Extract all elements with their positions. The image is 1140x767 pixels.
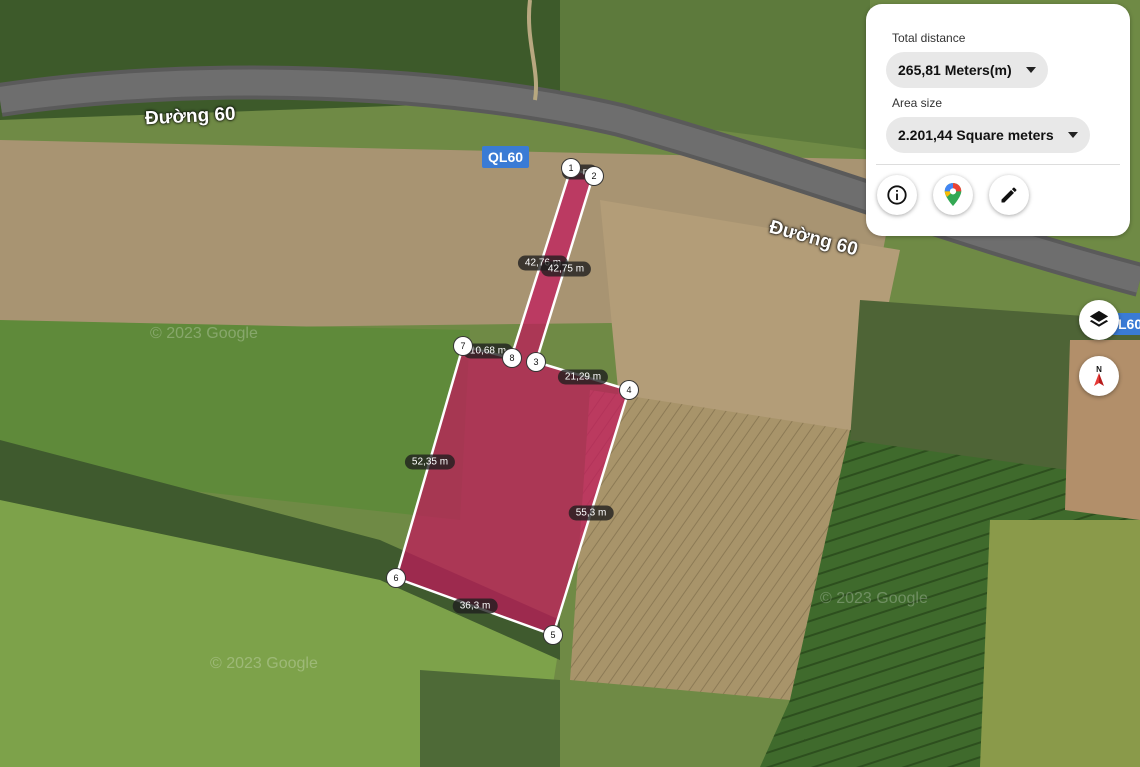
area-value: 2.201,44 Square meters bbox=[898, 127, 1054, 143]
compass-north-letter: N bbox=[1096, 365, 1102, 374]
edit-button[interactable] bbox=[989, 175, 1029, 215]
segment-length-label: 36,3 m bbox=[452, 598, 498, 614]
route-shield: QL60 bbox=[482, 146, 530, 168]
map-watermark: © 2023 Google bbox=[820, 590, 928, 607]
distance-unit-dropdown[interactable]: 265,81 Meters(m) bbox=[886, 52, 1048, 88]
google-maps-button[interactable] bbox=[933, 175, 973, 215]
caret-down-icon bbox=[1067, 132, 1078, 138]
layers-icon bbox=[1089, 310, 1109, 327]
segment-length-label: 21,29 m bbox=[557, 369, 609, 385]
polygon-vertex[interactable]: 2 bbox=[585, 167, 603, 185]
edit-pencil-icon bbox=[1001, 187, 1017, 203]
polygon-vertex[interactable]: 5 bbox=[544, 626, 562, 644]
polygon-vertex[interactable]: 8 bbox=[503, 349, 521, 367]
map-watermark: © 2023 Google bbox=[150, 325, 258, 342]
compass-button[interactable]: N bbox=[1079, 356, 1119, 396]
polygon-vertex[interactable]: 6 bbox=[387, 569, 405, 587]
polygon-vertex[interactable]: 1 bbox=[562, 159, 580, 177]
info-button[interactable] bbox=[877, 175, 917, 215]
compass-icon: N bbox=[1094, 365, 1104, 386]
polygon-vertex[interactable]: 4 bbox=[620, 381, 638, 399]
caret-down-icon bbox=[1025, 67, 1036, 73]
measurement-panel: Total distance 265,81 Meters(m) Area siz… bbox=[866, 4, 1130, 236]
total-distance-label: Total distance bbox=[892, 31, 966, 45]
segment-length-label: 55,3 m bbox=[568, 505, 614, 521]
google-maps-icon bbox=[944, 183, 962, 206]
distance-value: 265,81 Meters(m) bbox=[898, 62, 1012, 78]
panel-divider bbox=[876, 164, 1120, 165]
segment-length-label: 52,35 m bbox=[404, 454, 456, 470]
layers-button[interactable] bbox=[1079, 300, 1119, 340]
polygon-vertex[interactable]: 7 bbox=[454, 337, 472, 355]
area-unit-dropdown[interactable]: 2.201,44 Square meters bbox=[886, 117, 1090, 153]
map-watermark: © 2023 Google bbox=[210, 655, 318, 672]
polygon-vertex[interactable]: 3 bbox=[527, 353, 545, 371]
area-size-label: Area size bbox=[892, 96, 943, 110]
segment-length-label: 42,75 m bbox=[540, 261, 592, 277]
info-icon bbox=[887, 185, 907, 205]
